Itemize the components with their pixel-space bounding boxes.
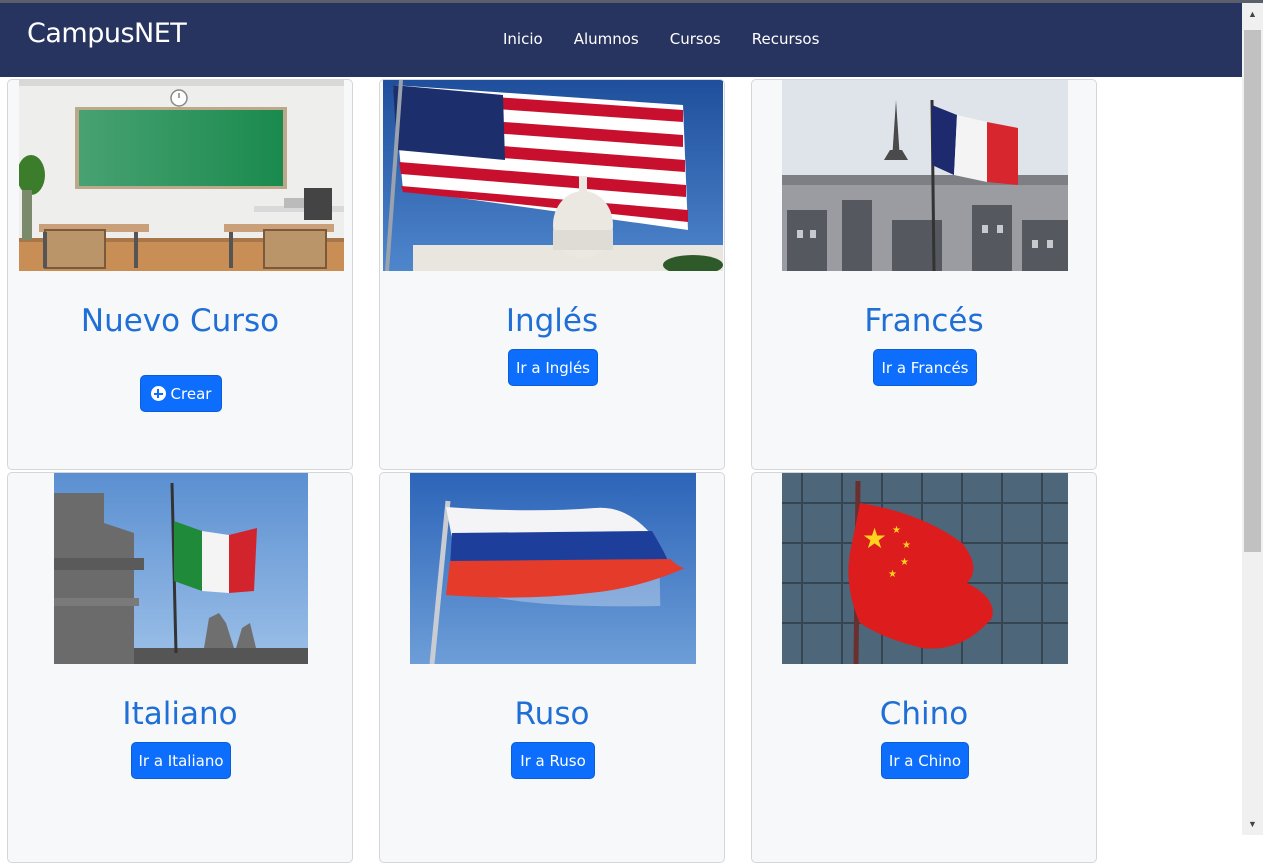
- card-title: Francés: [864, 303, 984, 339]
- scroll-down-arrow-icon[interactable]: ▼: [1242, 813, 1263, 835]
- go-to-chino-button[interactable]: Ir a Chino: [881, 742, 969, 779]
- card-title: Inglés: [505, 303, 599, 339]
- china-flag-image: ★ ★ ★ ★ ★: [782, 473, 1068, 664]
- usa-flag-image: [383, 80, 723, 271]
- nav-link-cursos[interactable]: Cursos: [670, 30, 721, 48]
- nav-link-recursos[interactable]: Recursos: [752, 30, 820, 48]
- russia-flag-image: [410, 473, 696, 664]
- svg-text:★: ★: [892, 525, 901, 536]
- italy-flag-image: [54, 473, 308, 664]
- go-to-italiano-button[interactable]: Ir a Italiano: [131, 742, 231, 779]
- course-card-new: Nuevo Curso Crear: [7, 79, 353, 470]
- brand-logo[interactable]: CampusNET: [27, 18, 187, 49]
- svg-text:★: ★: [902, 540, 911, 551]
- course-card-frances: Francés Ir a Francés: [751, 79, 1097, 470]
- card-title: Italiano: [122, 696, 238, 732]
- navbar: CampusNET Inicio Alumnos Cursos Recursos: [0, 3, 1242, 77]
- svg-text:★: ★: [862, 522, 887, 555]
- svg-text:★: ★: [900, 557, 909, 568]
- go-to-ruso-button[interactable]: Ir a Ruso: [511, 742, 595, 779]
- nav-link-alumnos[interactable]: Alumnos: [574, 30, 639, 48]
- course-card-chino: ★ ★ ★ ★ ★ Chino Ir a Chino: [751, 472, 1097, 863]
- create-course-button[interactable]: Crear: [140, 375, 222, 412]
- nav-links: Inicio Alumnos Cursos Recursos: [503, 30, 850, 48]
- card-title: Nuevo Curso: [80, 303, 280, 339]
- france-flag-image: [782, 80, 1068, 271]
- button-label: Crear: [170, 384, 212, 403]
- course-card-ruso: Ruso Ir a Ruso: [379, 472, 725, 863]
- card-title: Ruso: [514, 696, 590, 732]
- scroll-thumb[interactable]: [1244, 30, 1261, 552]
- vertical-scrollbar[interactable]: ▲ ▼: [1242, 3, 1263, 835]
- course-card-italiano: Italiano Ir a Italiano: [7, 472, 353, 863]
- nav-link-inicio[interactable]: Inicio: [503, 30, 543, 48]
- plus-circle-icon: [150, 386, 166, 401]
- classroom-image: [19, 80, 344, 271]
- svg-text:★: ★: [888, 569, 897, 580]
- card-title: Chino: [879, 696, 969, 732]
- scroll-up-arrow-icon[interactable]: ▲: [1242, 3, 1263, 25]
- go-to-ingles-button[interactable]: Ir a Inglés: [508, 349, 598, 386]
- go-to-frances-button[interactable]: Ir a Francés: [873, 349, 977, 386]
- course-card-ingles: Inglés Ir a Inglés: [379, 79, 725, 470]
